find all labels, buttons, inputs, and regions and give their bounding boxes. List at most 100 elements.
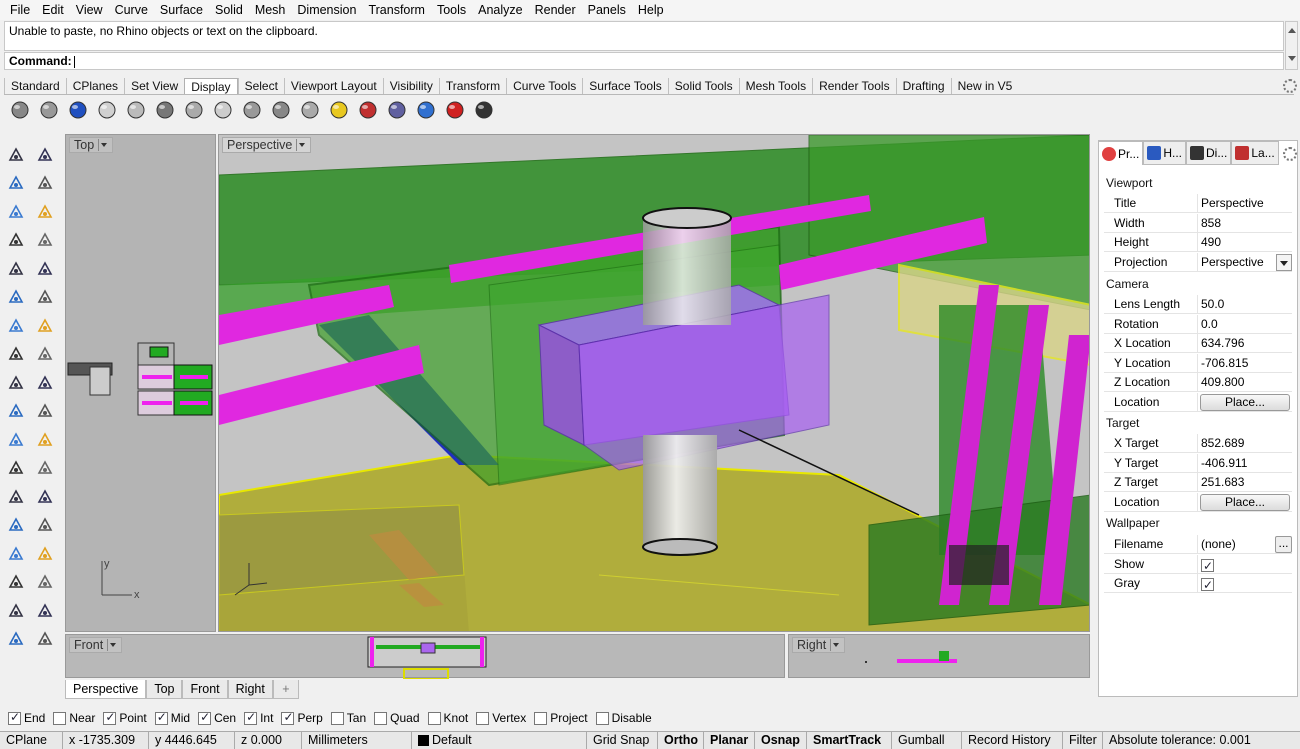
array-icon[interactable] [2,513,29,538]
checkbox-show[interactable] [1201,557,1214,576]
viewport-tab-top[interactable]: Top [146,680,183,699]
shade-icon[interactable] [31,427,58,452]
menu-item-mesh[interactable]: Mesh [249,0,292,20]
status-filter[interactable]: Filter [1063,732,1103,749]
menu-item-tools[interactable]: Tools [431,0,472,20]
tab-new-in-v5[interactable]: New in V5 [950,78,1019,94]
status-osnap[interactable]: Osnap [755,732,807,749]
select-arrow-icon[interactable] [2,142,29,167]
viewport-perspective[interactable]: Perspective [218,134,1090,632]
technical-icon[interactable] [182,98,206,122]
artistic-icon[interactable] [211,98,235,122]
viewport-tab-front[interactable]: Front [182,680,228,699]
surface-union-icon[interactable] [2,427,29,452]
box-icon[interactable] [2,313,29,338]
render-icon[interactable] [31,541,58,566]
property-value[interactable]: 409.800 [1198,373,1292,391]
property-value[interactable]: 0.0 [1198,315,1292,333]
property-value[interactable]: -406.911 [1198,454,1292,472]
property-value[interactable]: 490 [1198,233,1292,251]
osnap-checkbox[interactable] [595,711,609,725]
menu-item-analyze[interactable]: Analyze [472,0,528,20]
polyline-icon[interactable] [2,171,29,196]
property-value[interactable]: Place... [1198,393,1292,411]
draft-angle-icon[interactable] [443,98,467,122]
checkbox-gray[interactable] [1201,576,1214,595]
panel-tab-layers[interactable]: La... [1231,141,1279,165]
osnap-end[interactable]: End [8,710,45,725]
osnap-checkbox[interactable] [374,711,388,725]
tab-viewport-layout[interactable]: Viewport Layout [283,78,383,94]
osnap-perp[interactable]: Perp [281,710,323,725]
command-line[interactable]: Command: [4,52,1284,70]
bend-icon[interactable] [2,456,29,481]
tab-drafting[interactable]: Drafting [895,78,951,94]
menu-item-curve[interactable]: Curve [109,0,154,20]
property-value[interactable]: -706.815 [1198,354,1292,372]
property-value[interactable]: 251.683 [1198,473,1292,491]
browse-button[interactable]: ... [1275,536,1292,553]
rendered-sphere-icon[interactable] [95,98,119,122]
tab-curve-tools[interactable]: Curve Tools [506,78,582,94]
menu-item-transform[interactable]: Transform [362,0,431,20]
ghosted-sphere-icon[interactable] [37,98,61,122]
ellipse-icon[interactable] [31,199,58,224]
property-value[interactable]: (none)... [1198,535,1292,553]
osnap-checkbox[interactable] [427,711,441,725]
menu-item-surface[interactable]: Surface [154,0,209,20]
text-icon[interactable] [2,484,29,509]
tab-select[interactable]: Select [237,78,284,94]
mesh-icon[interactable] [31,342,58,367]
property-value[interactable]: 50.0 [1198,295,1292,313]
paint-icon[interactable] [31,627,58,652]
panel-settings-gear-icon[interactable] [1283,147,1297,161]
status-record-history[interactable]: Record History [962,732,1063,749]
osnap-checkbox[interactable] [534,711,548,725]
osnap-checkbox[interactable] [476,711,490,725]
menu-item-view[interactable]: View [70,0,109,20]
tab-visibility[interactable]: Visibility [382,78,439,94]
status-ortho[interactable]: Ortho [658,732,704,749]
osnap-project[interactable]: Project [534,711,588,725]
polygon-icon[interactable] [2,256,29,281]
panel-tab-help[interactable]: H... [1143,141,1187,165]
osnap-checkbox[interactable] [154,710,168,725]
tab-cplanes[interactable]: CPlanes [65,78,124,94]
status-smarttrack[interactable]: SmartTrack [807,732,892,749]
menu-item-render[interactable]: Render [529,0,582,20]
property-value[interactable]: 634.796 [1198,334,1292,352]
projection-dropdown-icon[interactable] [1276,253,1292,271]
light-sphere-icon[interactable] [327,98,351,122]
osnap-checkbox[interactable] [53,711,67,725]
viewport-right[interactable]: Right [788,634,1090,678]
osnap-quad[interactable]: Quad [374,711,420,725]
panel-tab-display[interactable]: Di... [1186,141,1232,165]
curve-tools-icon[interactable] [31,256,58,281]
explode-icon[interactable] [31,370,58,395]
gray-sphere-icon[interactable] [298,98,322,122]
monitor-icon[interactable] [472,98,496,122]
grid-array-icon[interactable] [2,570,29,595]
menu-item-solid[interactable]: Solid [209,0,249,20]
scroll-down-icon[interactable] [1288,56,1296,61]
osnap-disable[interactable]: Disable [595,711,652,725]
toolbar-settings-gear-icon[interactable] [1283,79,1297,93]
tab-transform[interactable]: Transform [438,78,506,94]
gumball-icon[interactable] [31,513,58,538]
menu-item-file[interactable]: File [4,0,36,20]
rectangle-icon[interactable] [31,228,58,253]
add-viewport-tab-icon[interactable]: + [272,680,299,699]
osnap-checkbox[interactable] [198,710,212,725]
property-value[interactable] [1198,555,1292,576]
tab-set-view[interactable]: Set View [124,78,184,94]
environment-map-icon[interactable] [385,98,409,122]
tab-display[interactable]: Display [184,78,238,94]
status-layer[interactable]: Default [412,732,587,749]
viewport-top[interactable]: Top y x [65,134,216,632]
place-button[interactable]: Place... [1200,393,1290,411]
tab-solid-tools[interactable]: Solid Tools [667,78,739,94]
tab-standard[interactable]: Standard [4,78,66,94]
tab-surface-tools[interactable]: Surface Tools [582,78,668,94]
property-value[interactable]: Perspective [1198,194,1292,212]
box-edit-icon[interactable] [2,541,29,566]
